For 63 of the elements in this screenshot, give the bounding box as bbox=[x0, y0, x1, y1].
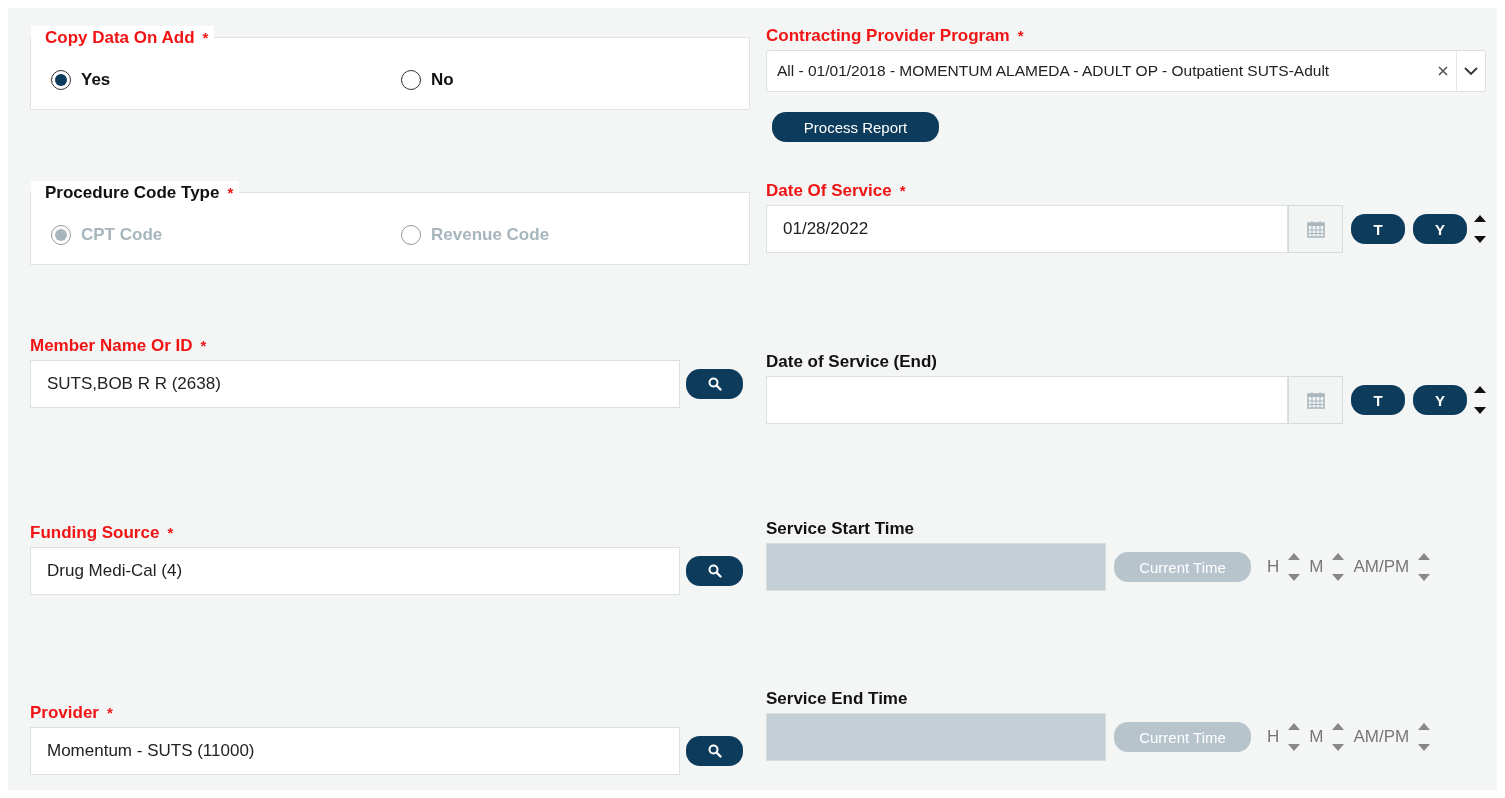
dropdown-value: All - 01/01/2018 - MOMENTUM ALAMEDA - ADULT OP - Outpatient SUTS-Adult bbox=[777, 62, 1331, 80]
field-label: Copy Data On Add bbox=[45, 28, 195, 48]
required-mark: * bbox=[107, 704, 113, 721]
unit-label: M bbox=[1309, 727, 1324, 747]
field-label: Date of Service (End) bbox=[766, 352, 937, 372]
up-down-arrows-icon bbox=[1417, 552, 1432, 582]
date-field[interactable] bbox=[766, 376, 1288, 424]
required-mark: * bbox=[899, 182, 906, 199]
field-label: Contracting Provider Program bbox=[766, 26, 1010, 46]
up-down-arrows-icon bbox=[1331, 722, 1346, 752]
text-field[interactable]: Momentum - SUTS (11000) bbox=[30, 727, 680, 775]
search-icon bbox=[707, 744, 722, 758]
field-label: Member Name Or ID bbox=[30, 336, 193, 356]
up-down-arrows-icon bbox=[1287, 722, 1302, 752]
unit-label: AM/PM bbox=[1353, 557, 1410, 577]
required-mark: * bbox=[1017, 27, 1024, 44]
option-label: No bbox=[431, 70, 454, 90]
unit-label: AM/PM bbox=[1353, 727, 1410, 747]
unit-label: H bbox=[1267, 557, 1280, 577]
field-label: Funding Source bbox=[30, 523, 160, 543]
shortcut-button[interactable]: T bbox=[1351, 214, 1405, 244]
search-button[interactable] bbox=[686, 556, 743, 586]
shortcut-button[interactable]: Y bbox=[1413, 385, 1467, 415]
calendar-icon bbox=[1306, 220, 1325, 238]
text-field[interactable]: Drug Medi-Cal (4) bbox=[30, 547, 680, 595]
stepper-button[interactable] bbox=[1473, 214, 1487, 244]
chevron-down-icon[interactable] bbox=[1463, 66, 1479, 76]
shortcut-button[interactable]: Y bbox=[1413, 214, 1467, 244]
text-field[interactable]: SUTS,BOB R R (2638) bbox=[30, 360, 680, 408]
search-icon bbox=[707, 377, 722, 391]
calendar-icon bbox=[1306, 391, 1325, 409]
field-label: Service End Time bbox=[766, 689, 908, 709]
field-label: Date Of Service bbox=[766, 181, 892, 201]
field-label: Service Start Time bbox=[766, 519, 915, 539]
up-down-arrows-icon bbox=[1473, 214, 1487, 244]
option-label: Yes bbox=[81, 70, 111, 90]
stepper-button[interactable] bbox=[1473, 385, 1487, 415]
clear-icon[interactable] bbox=[1438, 66, 1448, 76]
field-label: Provider bbox=[30, 703, 99, 723]
required-mark: * bbox=[202, 29, 209, 46]
radio-button[interactable] bbox=[401, 70, 421, 90]
search-icon bbox=[707, 564, 722, 578]
calendar-button[interactable] bbox=[1288, 205, 1343, 253]
required-mark: * bbox=[227, 184, 234, 201]
search-button[interactable] bbox=[686, 736, 743, 766]
up-down-arrows-icon bbox=[1417, 722, 1432, 752]
calendar-button[interactable] bbox=[1288, 376, 1343, 424]
process-report-button[interactable]: Process Report bbox=[772, 112, 939, 142]
up-down-arrows-icon bbox=[1473, 385, 1487, 415]
date-field[interactable]: 01/28/2022 bbox=[766, 205, 1288, 253]
option-label: Revenue Code bbox=[431, 225, 550, 245]
required-mark: * bbox=[200, 337, 207, 354]
radio-button[interactable] bbox=[51, 70, 71, 90]
search-button[interactable] bbox=[686, 369, 743, 399]
up-down-arrows-icon bbox=[1331, 552, 1346, 582]
required-mark: * bbox=[167, 524, 174, 541]
unit-label: H bbox=[1267, 727, 1280, 747]
shortcut-button[interactable]: T bbox=[1351, 385, 1405, 415]
up-down-arrows-icon bbox=[1287, 552, 1302, 582]
unit-label: M bbox=[1309, 557, 1324, 577]
field-label: Procedure Code Type bbox=[45, 183, 220, 203]
option-label: CPT Code bbox=[81, 225, 163, 245]
dropdown-field[interactable]: All - 01/01/2018 - MOMENTUM ALAMEDA - ADULT OP - Outpatient SUTS-Adult bbox=[766, 50, 1486, 92]
